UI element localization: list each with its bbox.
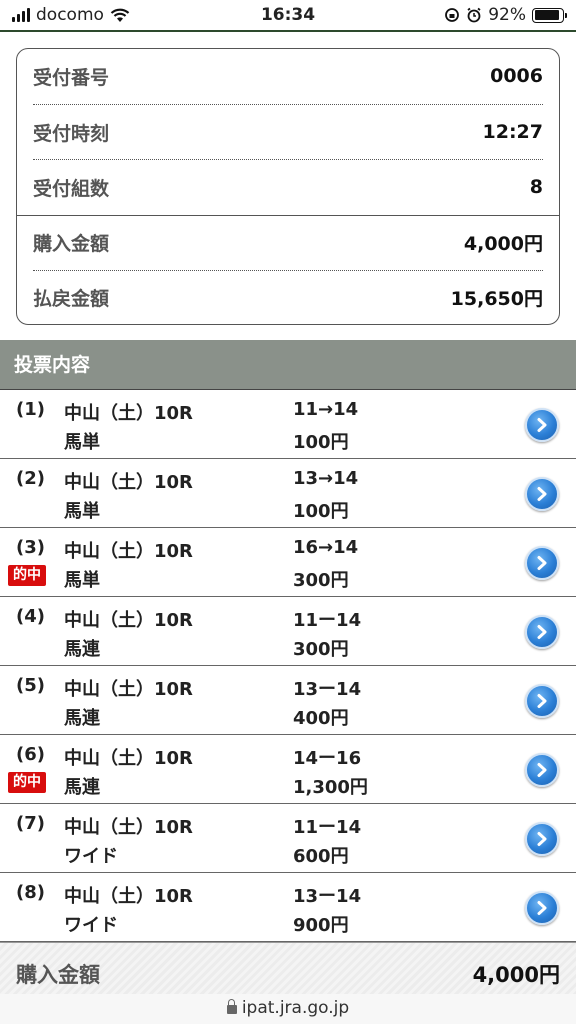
bet-number: (5) — [16, 675, 45, 696]
summary-value: 4,000円 — [463, 232, 543, 255]
bet-race: 中山（土）10R — [64, 472, 193, 493]
detail-arrow-button[interactable] — [525, 615, 559, 649]
summary-label: 受付組数 — [33, 177, 110, 200]
bet-combination: 13ー14 — [293, 679, 362, 700]
summary-value: 0006 — [490, 65, 543, 87]
bet-race: 中山（土）10R — [64, 403, 193, 424]
bet-number: (3) — [16, 537, 45, 558]
url-text: ipat.jra.go.jp — [241, 998, 350, 1018]
detail-arrow-button[interactable] — [525, 891, 559, 925]
chevron-right-icon — [537, 418, 547, 432]
lock-icon — [226, 999, 237, 1014]
detail-arrow-button[interactable] — [525, 753, 559, 787]
bet-type: 馬単 — [64, 570, 100, 591]
chevron-right-icon — [537, 694, 547, 708]
receipt-summary: 受付番号 0006 受付時刻 12:27 受付組数 8 購入金額 4,000円 … — [16, 48, 560, 325]
bet-number: (2) — [16, 468, 45, 489]
chevron-right-icon — [537, 487, 547, 501]
summary-label: 受付時刻 — [33, 122, 110, 145]
bet-number: (4) — [16, 606, 45, 627]
bet-row[interactable]: (8) 中山（土）10R ワイド 13ー14 900円 — [0, 873, 576, 942]
bet-row[interactable]: (2) 中山（土）10R 馬単 13→14 100円 — [0, 459, 576, 528]
chevron-right-icon — [537, 556, 547, 570]
bet-combination: 11ー14 — [293, 610, 362, 631]
bet-race: 中山（土）10R — [64, 679, 193, 700]
summary-value: 15,650円 — [450, 287, 543, 310]
summary-label: 払戻金額 — [33, 287, 110, 310]
bet-amount: 100円 — [293, 501, 349, 522]
bet-amount: 900円 — [293, 915, 349, 936]
chevron-right-icon — [537, 901, 547, 915]
bet-type: 馬単 — [64, 432, 100, 453]
hit-badge: 的中 — [8, 565, 46, 586]
detail-arrow-button[interactable] — [525, 822, 559, 856]
bet-number: (8) — [16, 882, 45, 903]
bet-type: 馬連 — [64, 639, 100, 660]
bet-combination: 16→14 — [293, 537, 359, 558]
bet-amount: 400円 — [293, 708, 349, 729]
detail-arrow-button[interactable] — [525, 408, 559, 442]
summary-row-purchase-amount: 購入金額 4,000円 — [33, 215, 543, 269]
battery-percent: 92% — [488, 5, 526, 25]
summary-row-payout-amount: 払戻金額 15,650円 — [33, 270, 543, 324]
bet-row[interactable]: (7) 中山（土）10R ワイド 11ー14 600円 — [0, 804, 576, 873]
status-right: 92% — [444, 5, 567, 25]
summary-row-set-count: 受付組数 8 — [33, 160, 543, 214]
bet-race: 中山（土）10R — [64, 610, 193, 631]
bet-row[interactable]: (4) 中山（土）10R 馬連 11ー14 300円 — [0, 597, 576, 666]
bet-combination: 13→14 — [293, 468, 359, 489]
bet-amount: 300円 — [293, 570, 349, 591]
bet-type: ワイド — [64, 846, 118, 867]
chevron-right-icon — [537, 832, 547, 846]
bet-amount: 600円 — [293, 846, 349, 867]
bet-type: 馬連 — [64, 777, 100, 798]
bet-list: (1) 中山（土）10R 馬単 11→14 100円 (2) 中山（土）10R … — [0, 390, 576, 942]
hit-badge: 的中 — [8, 772, 46, 793]
bet-race: 中山（土）10R — [64, 817, 193, 838]
chevron-right-icon — [537, 625, 547, 639]
summary-label: 受付番号 — [33, 66, 110, 89]
bet-race: 中山（土）10R — [64, 541, 193, 562]
summary-row-receipt-number: 受付番号 0006 — [33, 49, 543, 103]
bet-number: (7) — [16, 813, 45, 834]
battery-icon — [532, 7, 567, 23]
purchase-total-bar: 購入金額 4,000円 — [0, 942, 576, 994]
summary-value: 8 — [529, 176, 543, 198]
total-label: 購入金額 — [16, 963, 100, 987]
bet-combination: 11→14 — [293, 399, 359, 420]
summary-value: 12:27 — [482, 121, 543, 143]
bet-number: (6) — [16, 744, 45, 765]
summary-label: 購入金額 — [33, 232, 110, 255]
total-value: 4,000円 — [472, 963, 560, 987]
bet-combination: 11ー14 — [293, 817, 362, 838]
bet-type: ワイド — [64, 915, 118, 936]
alarm-icon — [467, 7, 481, 23]
bet-type: 馬連 — [64, 708, 100, 729]
bet-amount: 100円 — [293, 432, 349, 453]
bet-combination: 13ー14 — [293, 886, 362, 907]
section-header-bet-details: 投票内容 — [0, 340, 576, 390]
bet-amount: 300円 — [293, 639, 349, 660]
bet-type: 馬単 — [64, 501, 100, 522]
bet-row[interactable]: (1) 中山（土）10R 馬単 11→14 100円 — [0, 390, 576, 459]
bet-row[interactable]: (3) 的中 中山（土）10R 馬単 16→14 300円 — [0, 528, 576, 597]
detail-arrow-button[interactable] — [525, 684, 559, 718]
bet-row[interactable]: (6) 的中 中山（土）10R 馬連 14ー16 1,300円 — [0, 735, 576, 804]
status-bar: docomo 16:34 92% — [0, 0, 576, 32]
bet-combination: 14ー16 — [293, 748, 362, 769]
bet-amount: 1,300円 — [293, 777, 368, 798]
bet-race: 中山（土）10R — [64, 748, 193, 769]
detail-arrow-button[interactable] — [525, 477, 559, 511]
browser-url-bar[interactable]: ipat.jra.go.jp — [0, 994, 576, 1024]
detail-arrow-button[interactable] — [525, 546, 559, 580]
bet-number: (1) — [16, 399, 45, 420]
bet-race: 中山（土）10R — [64, 886, 193, 907]
bet-row[interactable]: (5) 中山（土）10R 馬連 13ー14 400円 — [0, 666, 576, 735]
rotation-lock-icon — [445, 8, 460, 22]
summary-row-receipt-time: 受付時刻 12:27 — [33, 105, 543, 159]
chevron-right-icon — [537, 763, 547, 777]
